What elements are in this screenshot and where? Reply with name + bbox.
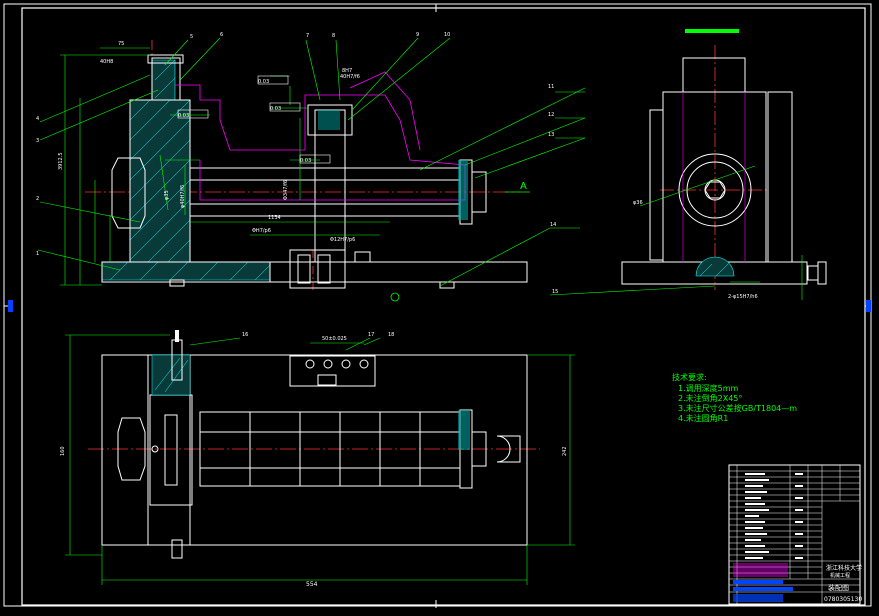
callout-12: 12 — [548, 112, 554, 118]
dim-text: 40H7/f6 — [340, 74, 360, 80]
callout-16: 16 — [242, 332, 248, 338]
dim-text: 554 — [306, 581, 318, 588]
title-org: 浙江科技大学 — [826, 564, 862, 572]
side-view-title-bar — [685, 29, 739, 33]
callout-15: 15 — [552, 289, 558, 295]
dim-text: Φ347/f6 — [283, 180, 289, 200]
dim-text: φ36 — [633, 200, 643, 206]
dim-text: 1134 — [268, 215, 281, 221]
dim-text: Φ12H7/p6 — [330, 237, 355, 243]
dim-text: 75 — [118, 41, 124, 47]
drawing-title: 装配图 — [828, 583, 849, 592]
callout-7: 7 — [306, 33, 309, 39]
dim-text: 50±0.025 — [322, 336, 347, 342]
callout-17: 17 — [368, 332, 374, 338]
callout-1: 1 — [36, 251, 39, 257]
title-sub: 机械工程 — [830, 572, 850, 579]
dim-text: 160 — [60, 446, 66, 456]
note-item: 2.未注倒角2X45° — [678, 393, 742, 403]
right-marker — [866, 300, 871, 312]
notes-heading: 技术要求: — [672, 372, 707, 382]
note-item: 3.未注尺寸公差按GB/T1804—m — [678, 403, 797, 413]
dim-text: 242 — [562, 446, 568, 456]
dim-text: φ35 — [164, 190, 170, 200]
callout-5: 5 — [190, 34, 193, 40]
dim-text: 3912.5 — [58, 153, 64, 171]
cad-drawing: 0.03 0.03 0.03 0.03 75 40H8 40H7/f6 3912… — [0, 0, 879, 616]
dim-text: 8H7 — [342, 68, 352, 74]
drawing-number: 0780305130 — [824, 596, 862, 603]
callout-8: 8 — [332, 33, 335, 39]
note-item: 4.未注圆角R1 — [678, 413, 728, 423]
callout-11: 11 — [548, 84, 554, 90]
callout-18: 18 — [388, 332, 394, 338]
tolerance-value: 0.03 — [178, 113, 189, 119]
dim-text: 40H8 — [100, 59, 113, 65]
dim-text: ΦH7/p6 — [252, 228, 271, 234]
screw-tip — [458, 160, 468, 220]
callout-13: 13 — [548, 132, 554, 138]
callout-6: 6 — [220, 32, 223, 38]
left-marker — [8, 300, 13, 312]
tolerance-value: 0.03 — [270, 106, 281, 112]
callout-4: 4 — [36, 116, 39, 122]
callout-3: 3 — [36, 138, 39, 144]
callout-14: 14 — [550, 222, 556, 228]
dim-text: 2-φ15H7/h6 — [728, 294, 758, 300]
section-label: A — [520, 181, 527, 192]
callout-2: 2 — [36, 196, 39, 202]
callout-10: 10 — [444, 32, 450, 38]
callout-9: 9 — [416, 32, 419, 38]
tolerance-value: 0.03 — [258, 79, 269, 85]
note-item: 1.调用深度5mm — [678, 383, 739, 393]
dim-text: φ40H7/f6 — [180, 185, 186, 208]
tolerance-value: 0.03 — [300, 158, 311, 164]
